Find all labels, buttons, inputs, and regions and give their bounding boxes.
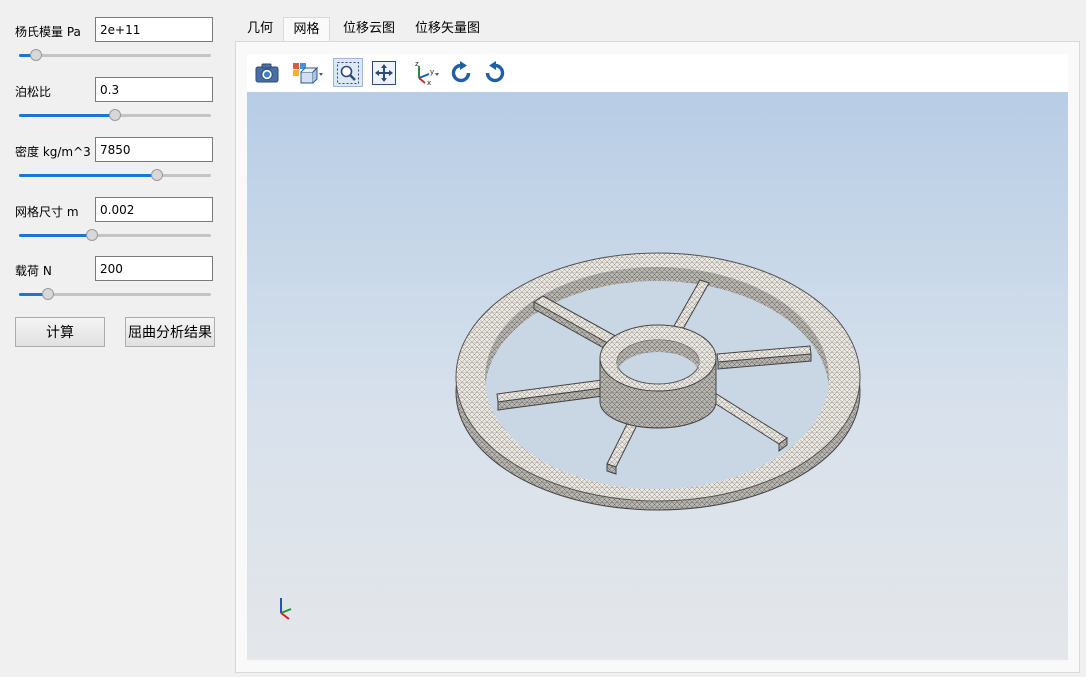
svg-text:x: x — [427, 79, 431, 86]
poisson-ratio-slider[interactable] — [19, 109, 211, 123]
poisson-ratio-label: 泊松比 — [15, 85, 52, 99]
axes-icon[interactable]: z y x — [409, 58, 443, 87]
load-input[interactable] — [95, 256, 213, 281]
mesh-size-input[interactable] — [95, 197, 213, 222]
slider-handle[interactable] — [30, 49, 43, 61]
youngs-modulus-slider[interactable] — [19, 49, 211, 63]
axis-triad-icon — [280, 598, 292, 620]
tab-displacement-vector[interactable]: 位移矢量图 — [407, 17, 488, 41]
rotate-cw-icon[interactable] — [446, 58, 476, 87]
mesh-size-slider[interactable] — [19, 229, 211, 243]
mesh-viewport[interactable] — [247, 92, 1068, 660]
compute-button[interactable]: 计算 — [15, 317, 105, 347]
density-slider[interactable] — [19, 169, 211, 183]
density-label: 密度 kg/m^3 — [15, 145, 91, 159]
svg-text:y: y — [430, 68, 434, 76]
slider-handle[interactable] — [151, 169, 164, 181]
tab-mesh[interactable]: 网格 — [283, 17, 330, 41]
youngs-modulus-input[interactable] — [95, 17, 213, 42]
load-label: 载荷 N — [15, 264, 52, 278]
mesh-size-label: 网格尺寸 m — [15, 205, 79, 219]
flywheel-mesh-model — [455, 252, 861, 511]
pan-icon[interactable] — [369, 58, 399, 87]
buckling-result-button[interactable]: 屈曲分析结果 — [125, 317, 215, 347]
camera-icon[interactable] — [252, 58, 282, 87]
rotate-ccw-icon[interactable] — [480, 58, 510, 87]
slider-handle[interactable] — [41, 288, 54, 300]
tab-displacement-contour[interactable]: 位移云图 — [335, 17, 403, 41]
tab-geometry[interactable]: 几何 — [239, 17, 281, 41]
slider-handle[interactable] — [109, 109, 121, 121]
view-cube-icon[interactable] — [290, 58, 326, 87]
poisson-ratio-input[interactable] — [95, 77, 213, 102]
youngs-modulus-label: 杨氏模量 Pa — [15, 25, 81, 39]
load-slider[interactable] — [19, 288, 211, 302]
zoom-box-icon[interactable] — [333, 58, 363, 87]
density-input[interactable] — [95, 137, 213, 162]
viewer-toolbar: z y x — [247, 54, 1068, 92]
slider-handle[interactable] — [85, 229, 98, 241]
svg-text:z: z — [415, 60, 419, 68]
